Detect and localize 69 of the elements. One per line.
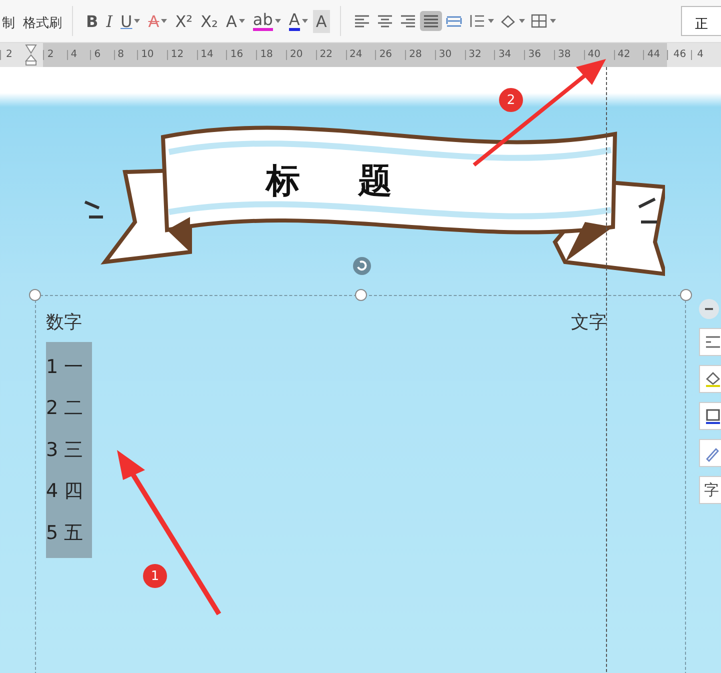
ruler-number: 8: [114, 50, 128, 60]
column-heading: 数字: [46, 311, 82, 334]
caret-icon: [518, 19, 525, 23]
ruler-number: 18: [256, 50, 276, 60]
banner-title: 标 题: [264, 160, 405, 203]
column-heading: 文字: [571, 311, 607, 334]
ruler-number: 24: [346, 50, 366, 60]
list-text: 5 五: [46, 520, 84, 546]
list-text: 3 三: [46, 438, 84, 463]
ruler-number: 38: [554, 50, 574, 60]
format-button[interactable]: A: [286, 10, 311, 32]
ruler-number: 14: [196, 50, 216, 60]
paragraph-spacing-icon: [468, 13, 486, 29]
paragraph-button[interactable]: [420, 11, 442, 31]
ruler-number: 4: [691, 50, 708, 60]
format-button[interactable]: B: [83, 10, 102, 32]
clipboard-button[interactable]: 格式刷: [23, 14, 62, 32]
paragraph-left-icon: [352, 13, 371, 29]
format-button[interactable]: X²: [172, 10, 196, 32]
paragraph-fill-icon: [498, 13, 517, 29]
ruler-number: 36: [524, 50, 544, 60]
ruler-number: 10: [137, 50, 157, 60]
resize-handle[interactable]: [680, 289, 692, 301]
format-button[interactable]: U: [118, 10, 144, 32]
paragraph-border-icon: [530, 13, 548, 29]
list-text: 1 一: [46, 354, 84, 380]
paragraph-right-icon: [398, 13, 417, 29]
ruler-number: 30: [434, 50, 455, 60]
ruler-number: 28: [405, 50, 425, 60]
layout-tool-button[interactable]: [699, 439, 721, 467]
list-text: 4 四: [46, 479, 84, 504]
clipboard-button[interactable]: 制: [2, 14, 15, 32]
ruler-number: 46: [667, 50, 692, 60]
ruler-number: 2: [43, 50, 57, 60]
ruler-number: 22: [316, 50, 336, 60]
paragraph-center-icon: [376, 13, 394, 29]
ruler-number: 26: [375, 50, 396, 60]
format-button[interactable]: ab: [250, 10, 284, 32]
resize-handle[interactable]: [355, 289, 367, 301]
ruler-number: 6: [90, 50, 104, 60]
callout-badge: 1: [143, 564, 167, 588]
ruler-number: 32: [464, 50, 484, 60]
collapse-button[interactable]: [699, 299, 719, 319]
fill-tool-icon: [704, 370, 721, 388]
list-text: 2 二: [46, 396, 84, 422]
ruler-number: 16: [226, 50, 246, 60]
ruler-number: 44: [643, 50, 664, 60]
ruler-number: 2: [0, 50, 18, 60]
ruler-number: 20: [286, 50, 306, 60]
format-button[interactable]: A: [312, 10, 330, 32]
caret-icon: [488, 19, 494, 23]
format-button[interactable]: X₂: [198, 10, 221, 32]
layout-tool-button[interactable]: [699, 365, 721, 393]
outline-tool-icon: [704, 407, 721, 425]
resize-handle[interactable]: [29, 289, 41, 301]
layout-tool-button[interactable]: [699, 328, 721, 356]
callout-badge: 2: [499, 88, 523, 112]
format-button[interactable]: I: [103, 10, 116, 32]
format-button[interactable]: A: [222, 10, 248, 32]
caret-icon: [550, 19, 556, 23]
paragraph-justify-icon: [422, 13, 440, 29]
style-preview[interactable]: 正: [681, 6, 721, 36]
ruler-number: 42: [614, 50, 634, 60]
layout-tool-button[interactable]: [699, 402, 721, 430]
ruler-number: 12: [166, 50, 187, 60]
ruler-number: 34: [494, 50, 514, 60]
ruler-number: 4: [66, 50, 80, 60]
text-tool-button[interactable]: 字: [699, 476, 721, 504]
rotate-handle-icon[interactable]: [352, 256, 372, 276]
